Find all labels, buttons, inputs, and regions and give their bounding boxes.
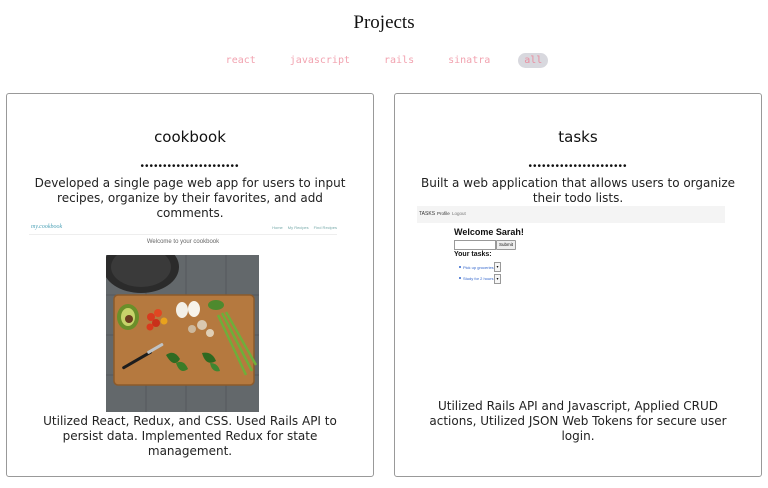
- project-screenshot: TASKS Profile Logout Welcome Sarah! Subm…: [417, 206, 725, 288]
- bullet-icon: [459, 266, 461, 268]
- screenshot-nav-my-recipes: My Recipes: [287, 225, 309, 230]
- screenshot-submit-button: Submit: [496, 240, 517, 250]
- food-photo: [106, 255, 259, 412]
- dropdown-arrow-icon: ▾: [494, 274, 501, 284]
- screenshot-nav-profile: Profile: [437, 211, 450, 216]
- filter-sinatra[interactable]: sinatra: [442, 53, 496, 68]
- screenshot-brand: TASKS: [419, 211, 436, 217]
- bullet-icon: [459, 277, 461, 279]
- project-technologies: Utilized React, Redux, and CSS. Used Rai…: [43, 414, 337, 458]
- project-technologies: Utilized Rails API and Javascript, Appli…: [429, 399, 727, 443]
- screenshot-your-tasks: Your tasks:: [454, 251, 492, 258]
- screenshot-navbar: my.cookbook Home My Recipes Find Recipes: [29, 222, 337, 235]
- project-title: tasks: [558, 128, 598, 146]
- project-screenshot: my.cookbook Home My Recipes Find Recipes…: [29, 222, 337, 412]
- filter-react[interactable]: react: [220, 53, 262, 68]
- screenshot-navbar: TASKS Profile Logout: [417, 206, 725, 223]
- project-card-tasks[interactable]: tasks •••••••••••••••••••••• Built a web…: [394, 93, 762, 477]
- screenshot-welcome: Welcome to your cookbook: [146, 239, 220, 245]
- screenshot-nav-find-recipes: Find Recipes: [313, 225, 337, 230]
- filter-bar: react javascript rails sinatra all: [0, 53, 768, 68]
- screenshot-nav-home: Home: [272, 225, 283, 230]
- screenshot-welcome: Welcome Sarah!: [454, 227, 524, 237]
- project-title: cookbook: [154, 128, 226, 146]
- project-card-cookbook[interactable]: cookbook •••••••••••••••••••••• Develope…: [6, 93, 374, 477]
- screenshot-nav-logout: Logout: [452, 211, 466, 216]
- filter-rails[interactable]: rails: [378, 53, 420, 68]
- page-title: Projects: [353, 12, 415, 33]
- filter-javascript[interactable]: javascript: [284, 53, 356, 68]
- screenshot-logo: my.cookbook: [31, 224, 63, 230]
- filter-all[interactable]: all: [518, 53, 549, 68]
- project-description: Built a web application that allows user…: [420, 176, 735, 205]
- dot-divider: ••••••••••••••••••••••: [528, 161, 628, 172]
- screenshot-task-item: Study for 2 hours: [463, 276, 494, 281]
- screenshot-task-item: Pick up groceries: [463, 265, 494, 270]
- dropdown-arrow-icon: ▾: [494, 262, 501, 272]
- screenshot-task-input: [454, 240, 496, 250]
- project-description: Developed a single page web app for user…: [34, 176, 346, 220]
- dot-divider: ••••••••••••••••••••••: [140, 161, 240, 172]
